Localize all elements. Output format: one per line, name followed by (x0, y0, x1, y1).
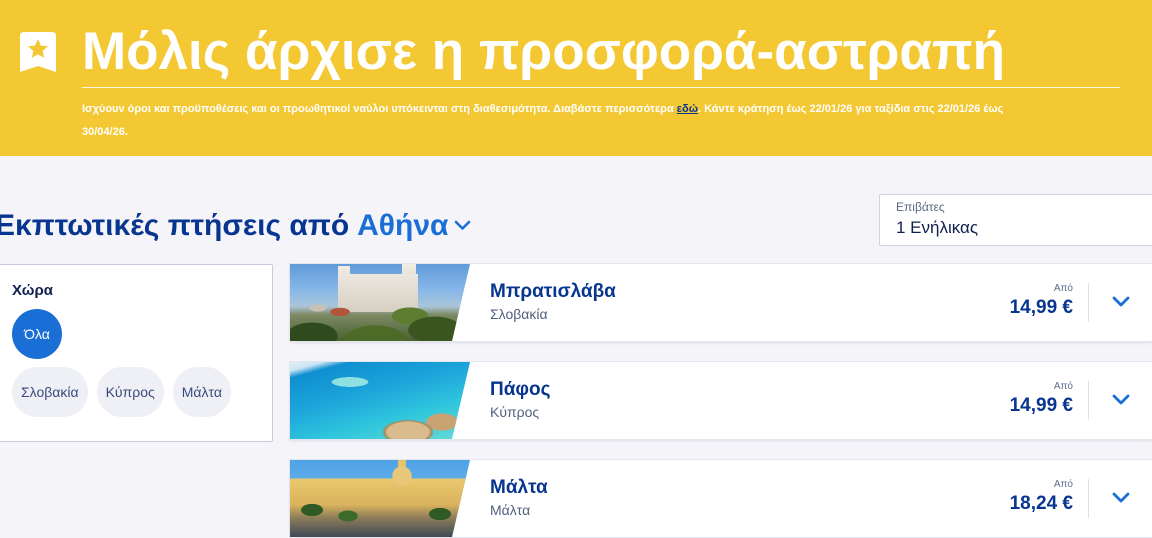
destination-image (290, 264, 470, 341)
destination-city: Μάλτα (490, 477, 548, 498)
destination-image (290, 362, 470, 439)
heading-prefix: Εκπτωτικές πτήσεις από (0, 209, 350, 242)
chevron-down-icon (455, 220, 471, 230)
passengers-label: Επιβάτες (896, 200, 945, 214)
card-divider (1088, 479, 1089, 518)
filter-chip-cyprus[interactable]: Κύπρος (96, 367, 164, 417)
country-filter-panel: Χώρα Όλα Σλοβακία Κύπρος Μάλτα (0, 264, 273, 442)
star-badge-icon (20, 32, 56, 72)
price-value: 18,24 € (1009, 493, 1073, 514)
price-prefix: Από (1053, 479, 1073, 490)
terms-link[interactable]: εδώ (677, 103, 698, 115)
chip-row: Όλα (12, 309, 62, 359)
price-value: 14,99 € (1009, 395, 1073, 416)
chevron-down-icon[interactable] (1112, 490, 1130, 506)
promo-terms: Ισχύουν όροι και προϋποθέσεις και οι προ… (82, 98, 1044, 144)
origin-city: Αθήνα (357, 209, 449, 242)
destination-card[interactable]: Πάφος Κύπρος Από 14,99 € (290, 362, 1152, 439)
chevron-down-icon[interactable] (1112, 392, 1130, 408)
chip-row: Σλοβακία Κύπρος Μάλτα (12, 367, 231, 417)
price-block: Από 18,24 € (1010, 478, 1073, 515)
destination-card[interactable]: Μπρατισλάβα Σλοβακία Από 14,99 € (290, 264, 1152, 341)
filter-chip-all[interactable]: Όλα (12, 309, 62, 359)
price-prefix: Από (1053, 381, 1073, 392)
destination-image (290, 460, 470, 537)
price-block: Από 14,99 € (1010, 380, 1073, 417)
filter-chip-malta[interactable]: Μάλτα (172, 367, 231, 417)
destination-country: Μάλτα (490, 502, 531, 518)
title-divider (82, 87, 1120, 88)
chevron-down-icon[interactable] (1112, 294, 1130, 310)
destination-card[interactable]: Μάλτα Μάλτα Από 18,24 € (290, 460, 1152, 537)
destination-country: Κύπρος (490, 404, 540, 420)
card-divider (1088, 283, 1089, 322)
origin-selector[interactable]: Αθήνα (357, 209, 471, 242)
destination-city: Πάφος (490, 379, 551, 400)
destination-country: Σλοβακία (490, 306, 548, 322)
price-prefix: Από (1053, 283, 1073, 294)
promo-title: Μόλις άρχισε η προσφορά-αστραπή (82, 22, 1005, 81)
terms-text: Ισχύουν όροι και προϋποθέσεις και οι προ… (82, 103, 674, 115)
price-block: Από 14,99 € (1010, 282, 1073, 319)
passengers-selector[interactable]: Επιβάτες 1 Ενήλικας (879, 194, 1152, 246)
filter-title: Χώρα (12, 282, 53, 299)
passengers-value: 1 Ενήλικας (896, 218, 979, 237)
page-heading: Εκπτωτικές πτήσεις από Αθήνα (0, 206, 471, 246)
filter-chip-slovakia[interactable]: Σλοβακία (12, 367, 88, 417)
card-divider (1088, 381, 1089, 420)
price-value: 14,99 € (1009, 297, 1073, 318)
promo-banner: Μόλις άρχισε η προσφορά-αστραπή Ισχύουν … (0, 0, 1152, 156)
destination-city: Μπρατισλάβα (490, 281, 616, 302)
